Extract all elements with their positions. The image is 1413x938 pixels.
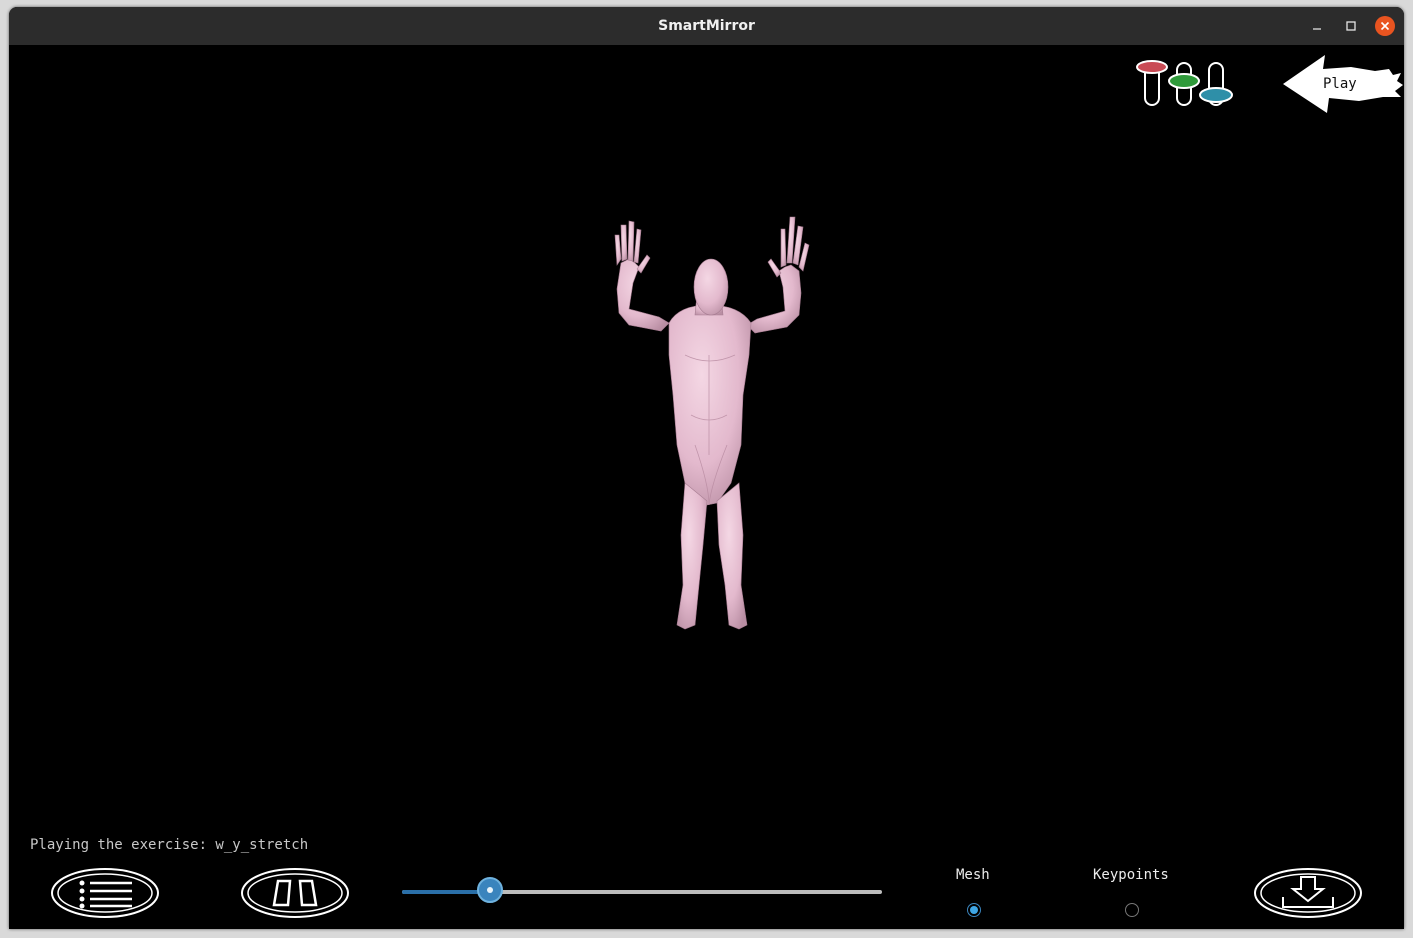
playback-slider[interactable] [402,877,882,903]
human-mesh-figure [614,216,810,630]
close-icon [1380,21,1390,31]
status-text: Playing the exercise: w_y_stretch [30,837,309,853]
mesh-label: Mesh [956,867,990,883]
close-button[interactable] [1375,16,1395,36]
keypoints-radio[interactable] [1125,903,1139,917]
minimize-button[interactable] [1307,16,1327,36]
list-icon [51,868,159,918]
app-window: SmartMirror Play Playing the exercise: w… [9,7,1404,929]
sliders-icon[interactable] [1135,57,1237,107]
window-title: SmartMirror [658,18,755,34]
maximize-button[interactable] [1341,16,1361,36]
keypoints-label: Keypoints [1093,867,1169,883]
mirror-pads-icon [241,868,349,918]
compare-view-button[interactable] [240,867,350,919]
viewport: Play Playing the exercise: w_y_stretch M… [9,45,1404,929]
slider-fill [402,890,488,894]
play-label: Play [1323,76,1357,92]
download-icon [1254,868,1362,918]
slider-handle[interactable] [477,877,503,903]
minimize-icon [1313,28,1321,30]
maximize-icon [1346,21,1356,31]
title-bar[interactable]: SmartMirror [9,7,1404,45]
play-button[interactable]: Play [1279,51,1404,117]
exercise-list-button[interactable] [50,867,160,919]
mesh-radio[interactable] [967,903,981,917]
download-button[interactable] [1253,867,1363,919]
